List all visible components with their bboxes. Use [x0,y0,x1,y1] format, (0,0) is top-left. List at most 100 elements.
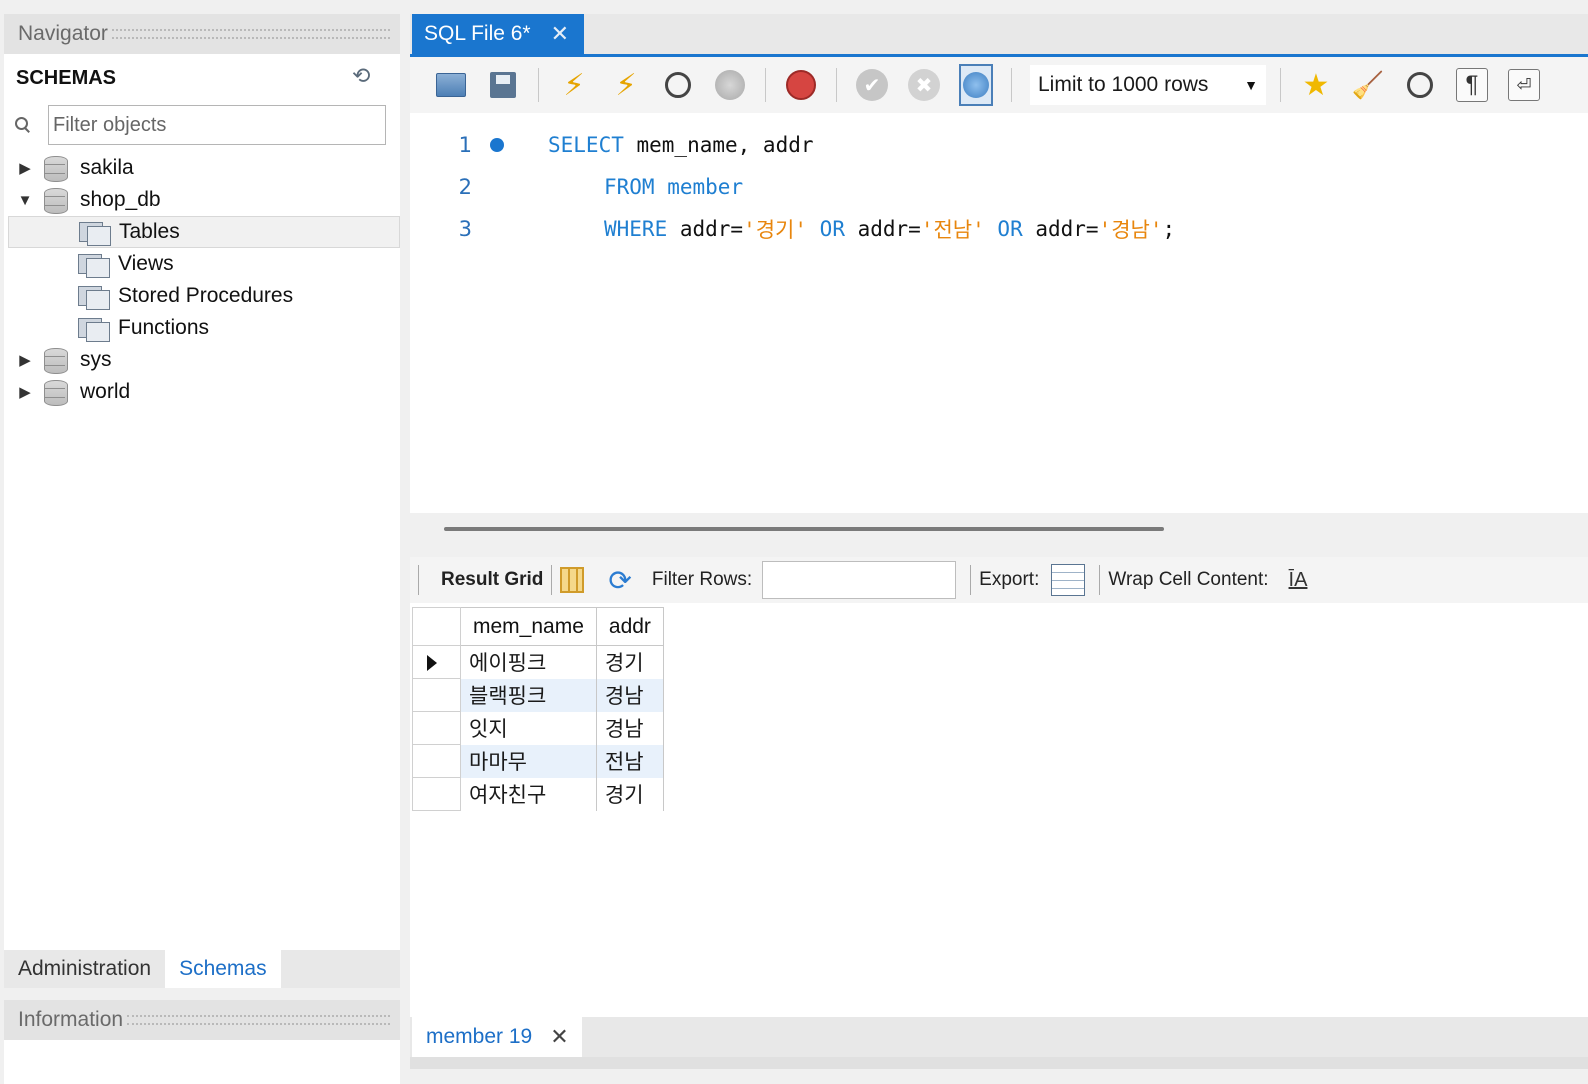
header-grip [127,1015,390,1025]
grid-layout-icon[interactable] [560,567,585,593]
row-header[interactable] [412,645,461,679]
table-row[interactable]: 여자친구 경기 [412,777,664,811]
chevron-down-icon: ▼ [1244,77,1258,93]
stop-on-error-button[interactable] [784,68,818,102]
wrap-cell-icon[interactable]: ĪA [1289,569,1308,592]
sql-text: addr= [844,217,921,241]
find-button[interactable] [1403,68,1437,102]
line-number: 3 [458,217,472,241]
cell-mem-name[interactable]: 마마무 [460,744,597,778]
refresh-arrows-icon[interactable]: ⟳ [608,564,631,597]
tree-item-world[interactable]: ▶ world [4,376,400,408]
line-number: 2 [458,175,472,199]
sql-keyword: WHERE [604,217,668,241]
code-line-1: 1 SELECT mem_name, addr [410,129,814,161]
tab-result-member[interactable]: member 19 ✕ [412,1017,582,1057]
column-header-mem-name[interactable]: mem_name [460,607,597,646]
cell-addr[interactable]: 경기 [596,777,664,811]
filter-objects-input[interactable] [48,105,386,145]
sql-keyword: SELECT [548,133,624,157]
sql-string: '경남' [1098,218,1163,242]
tree-item-label: world [80,380,131,403]
expand-arrow-icon[interactable]: ▶ [14,351,36,369]
table-row[interactable]: 마마무 전남 [412,744,664,778]
cell-addr[interactable]: 경남 [596,678,664,712]
result-tab-label: member 19 [426,1025,533,1048]
procedures-folder-icon [78,284,110,310]
cell-mem-name[interactable]: 잇지 [460,711,597,745]
tree-item-shop-db[interactable]: ▼ shop_db [4,184,400,216]
toolbar-separator [418,565,419,595]
execute-current-button[interactable]: ⚡ [609,68,643,102]
editor-result-splitter[interactable] [410,513,1588,557]
tree-item-tables[interactable]: Tables [8,216,400,248]
sql-keyword: OR [997,217,1023,241]
limit-rows-select[interactable]: Limit to 1000 rows ▼ [1030,65,1266,105]
refresh-icon[interactable] [352,63,376,89]
cell-mem-name[interactable]: 에이핑크 [460,645,597,679]
information-header: Information [4,1000,400,1040]
header-grip [111,29,390,39]
open-file-button[interactable] [434,68,468,102]
stop-button[interactable] [713,68,747,102]
beautify-button[interactable]: 🧹 [1351,68,1385,102]
table-row[interactable]: 블랙핑크 경남 [412,678,664,712]
cell-addr[interactable]: 전남 [596,744,664,778]
sql-table-name: member [667,175,744,199]
execute-button[interactable]: ⚡ [557,68,591,102]
tree-item-sakila[interactable]: ▶ sakila [4,152,400,184]
result-grid-label[interactable]: Result Grid [441,569,543,591]
sql-editor[interactable]: 1 SELECT mem_name, addr 2 FROM member 3 … [410,113,1588,513]
table-row[interactable]: 에이핑크 경기 [412,645,664,679]
result-grid-area: mem_name addr 에이핑크 경기 블랙핑크 경남 잇지 경남 마마무 … [410,603,1588,1017]
cell-mem-name[interactable]: 블랙핑크 [460,678,597,712]
wrap-lines-button[interactable]: ⏎ [1507,68,1541,102]
row-header[interactable] [412,678,461,712]
expand-arrow-icon[interactable]: ▶ [14,159,36,177]
row-header[interactable] [412,744,461,778]
export-label: Export: [979,569,1040,590]
row-header[interactable] [412,711,461,745]
cell-mem-name[interactable]: 여자친구 [460,777,597,811]
row-header[interactable] [412,777,461,811]
folder-icon [436,73,466,97]
cell-addr[interactable]: 경남 [596,711,664,745]
tab-schemas[interactable]: Schemas [165,950,281,988]
tree-item-stored-procedures[interactable]: Stored Procedures [4,280,400,312]
tree-item-label: Stored Procedures [118,284,294,307]
search-icon [1407,72,1433,98]
table-row[interactable]: 잇지 경남 [412,711,664,745]
collapse-arrow-icon[interactable]: ▼ [14,192,36,209]
export-icon[interactable] [1051,564,1086,596]
save-button[interactable] [486,68,520,102]
close-icon[interactable]: ✕ [551,21,569,47]
code-line-2: 2 FROM member [410,171,743,203]
column-header-addr[interactable]: addr [595,607,664,646]
tree-item-views[interactable]: Views [4,248,400,280]
status-strip [410,1057,1588,1069]
tab-sql-file[interactable]: SQL File 6* ✕ [412,14,584,54]
corner-cell[interactable] [412,607,461,646]
close-icon[interactable]: ✕ [550,1024,568,1050]
add-snippet-button[interactable]: ★ [1299,68,1333,102]
explain-button[interactable] [661,68,695,102]
rollback-button[interactable]: ✖ [907,68,941,102]
invisible-chars-button[interactable]: ¶ [1455,68,1489,102]
filter-rows-input[interactable] [762,561,957,599]
tree-item-functions[interactable]: Functions [4,312,400,344]
toolbar-separator [1011,68,1012,102]
autocommit-icon [959,64,993,106]
database-icon [44,188,68,214]
tree-item-sys[interactable]: ▶ sys [4,344,400,376]
tab-administration[interactable]: Administration [4,950,165,988]
commit-button[interactable]: ✔ [855,68,889,102]
cell-addr[interactable]: 경기 [596,645,664,679]
database-icon [44,348,68,374]
line-number: 1 [458,133,472,157]
sql-string: '전남' [920,218,985,242]
autocommit-toggle[interactable] [959,64,993,106]
horizontal-scrollbar[interactable] [444,527,1164,531]
expand-arrow-icon[interactable]: ▶ [14,383,36,401]
code-line-3: 3 WHERE addr= '경기' OR addr= '전남' OR addr= '… [410,213,1176,245]
